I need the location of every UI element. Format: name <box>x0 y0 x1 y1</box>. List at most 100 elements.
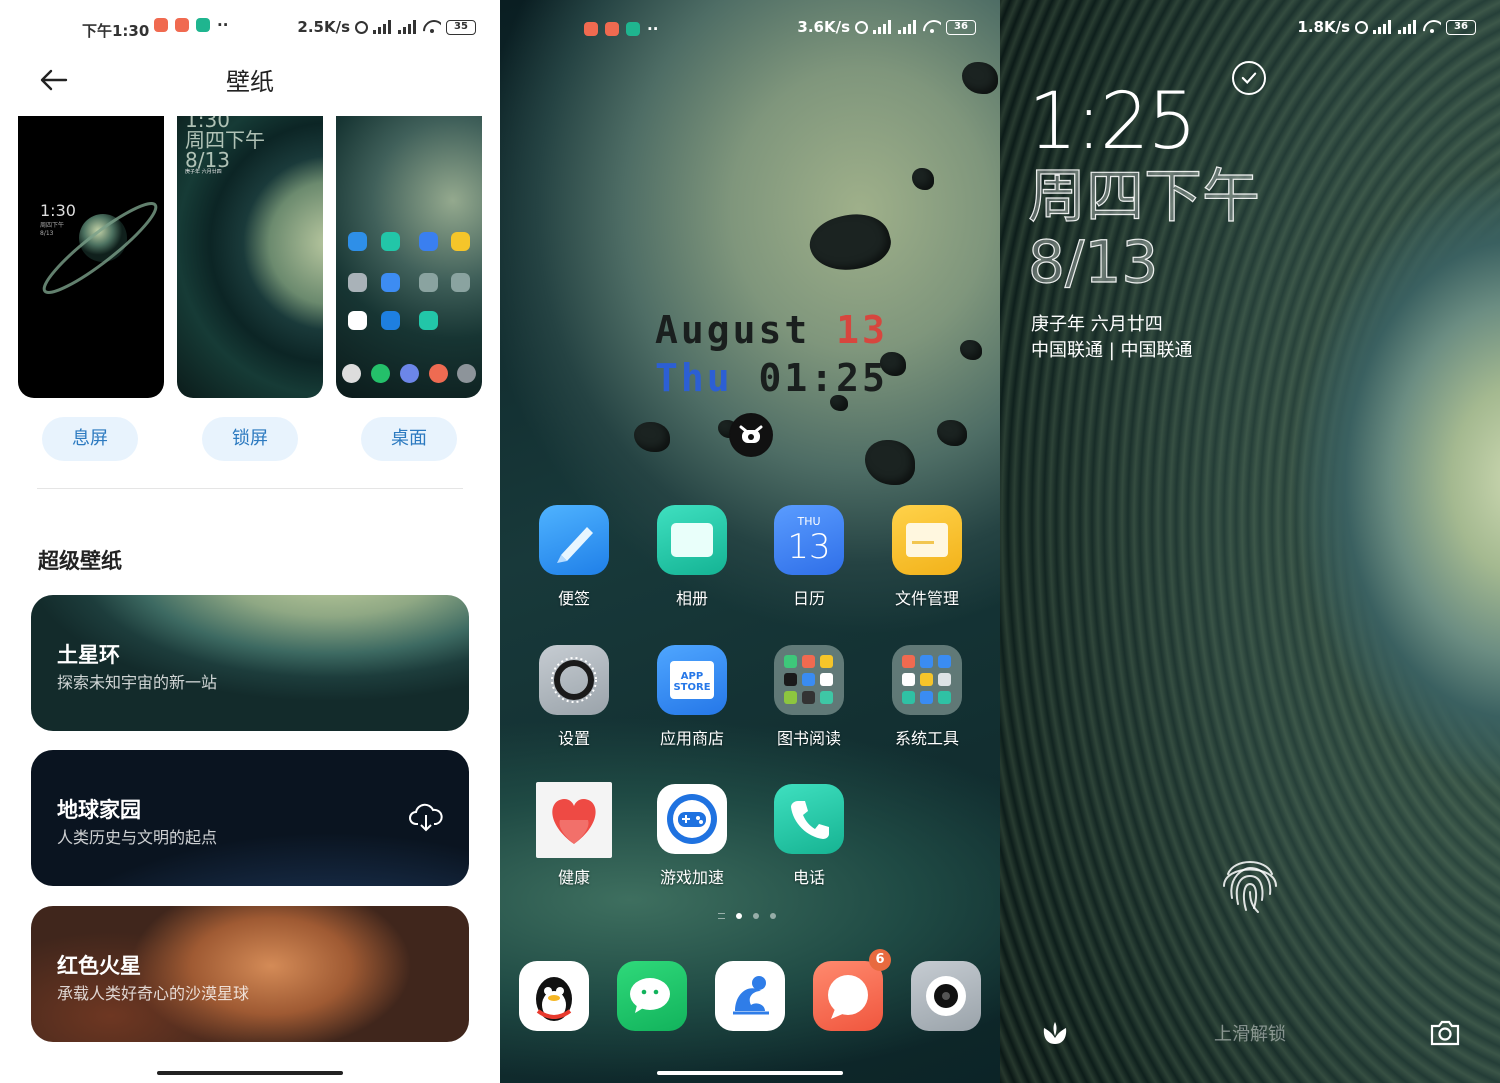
status-bar: ·· 3.6K/s 36 <box>500 0 1000 60</box>
more-notifications-icon: ·· <box>217 16 229 34</box>
date-widget-line2[interactable]: Thu 01:25 <box>655 356 888 400</box>
status-bar: 下午1:30 ·· 2.5K/s 35 <box>0 0 500 60</box>
widget-logo-icon[interactable] <box>729 413 773 457</box>
dock-mini-icon <box>457 364 476 383</box>
lock-screen: 1.8K/s 36 1:25 周四下午 8/13 庚子年 六月廿四 中国联通 |… <box>1000 0 1500 1083</box>
app-label: 图书阅读 <box>776 729 841 748</box>
app-label: 设置 <box>557 729 590 748</box>
dock-qq[interactable] <box>519 961 589 1031</box>
notification-icons: ·· <box>584 20 658 38</box>
wallpaper-card-earth[interactable]: 地球家园 人类历史与文明的起点 <box>31 750 469 886</box>
settings-icon <box>539 645 609 715</box>
tab-aod[interactable]: 息屏 <box>42 417 138 461</box>
home-indicator[interactable] <box>657 1071 843 1075</box>
status-right: 3.6K/s 36 <box>797 18 976 36</box>
dock-uc-browser[interactable] <box>715 961 785 1031</box>
home-indicator[interactable] <box>157 1071 343 1075</box>
app-label: 日历 <box>792 589 825 608</box>
lock-preview[interactable]: 1:30 周四下午 8/13 庚子年 六月廿四 <box>177 116 323 398</box>
app-file-manager[interactable]: 文件管理 <box>872 505 982 609</box>
app-store-line: APP <box>680 671 704 682</box>
folder-tools[interactable]: 系统工具 <box>872 645 982 749</box>
dock-wechat[interactable] <box>617 961 687 1031</box>
wallpaper-card-saturn[interactable]: 土星环 探索未知宇宙的新一站 <box>31 595 469 731</box>
app-store-icon: APP STORE <box>657 645 727 715</box>
app-label: 便签 <box>557 589 590 608</box>
tab-lockscreen[interactable]: 锁屏 <box>202 417 298 461</box>
app-label: 相册 <box>675 589 708 608</box>
calendar-mini-icon <box>419 232 438 251</box>
signal-icon <box>373 20 393 34</box>
wallpaper-card-mars[interactable]: 红色火星 承载人类好奇心的沙漠星球 <box>31 906 469 1042</box>
app-phone[interactable]: 电话 <box>754 784 864 888</box>
app-label: 系统工具 <box>894 729 959 748</box>
weekday-text: Thu <box>655 356 759 400</box>
health-mini-icon <box>348 311 367 330</box>
network-speed: 2.5K/s <box>297 18 350 36</box>
security-notification-icon <box>196 18 210 32</box>
lunar-date: 庚子年 六月廿四 <box>1031 314 1163 335</box>
card-desc: 人类历史与文明的起点 <box>57 828 218 847</box>
network-speed: 1.8K/s <box>1297 18 1350 36</box>
app-health[interactable]: 健康 <box>519 782 629 888</box>
app-gallery[interactable]: 相册 <box>637 505 747 609</box>
carrier-name: 中国联通 | 中国联通 <box>1031 340 1193 361</box>
page-dot-active <box>736 913 742 919</box>
camera-icon[interactable] <box>1428 1018 1462 1048</box>
asteroid <box>912 168 934 190</box>
settings-mini-icon <box>348 273 367 292</box>
date-widget-line1[interactable]: August 13 <box>655 308 888 352</box>
check-icon[interactable] <box>1232 61 1266 95</box>
home-preview[interactable] <box>336 116 482 398</box>
app-settings[interactable]: 设置 <box>519 645 629 749</box>
fingerprint-icon[interactable] <box>1214 846 1286 918</box>
page-dot <box>753 913 759 919</box>
folder-books[interactable]: 图书阅读 <box>754 645 864 749</box>
dock-camera[interactable] <box>911 961 981 1031</box>
heart-icon <box>536 782 612 858</box>
saturn-icon <box>42 202 158 294</box>
notes-icon <box>539 505 609 575</box>
app-calendar[interactable]: THU 13 日历 <box>754 505 864 609</box>
lock-preview-date: 8/13 <box>185 148 230 172</box>
security-notification-icon <box>626 22 640 36</box>
month-text: August <box>655 308 837 352</box>
dock-mini-icon <box>429 364 448 383</box>
penguin-icon <box>536 977 572 1021</box>
gallery-mini-icon <box>381 232 400 251</box>
section-title: 超级壁纸 <box>38 549 122 573</box>
page-dot <box>770 913 776 919</box>
tab-homescreen[interactable]: 桌面 <box>361 417 457 461</box>
page-indicator[interactable] <box>718 913 776 919</box>
app-store[interactable]: APP STORE 应用商店 <box>637 645 747 749</box>
app-label: 电话 <box>792 868 825 887</box>
dock-messages[interactable]: 6 <box>813 949 891 1031</box>
camera-lens-icon <box>926 976 966 1016</box>
clock-text: 01:25 <box>758 356 888 400</box>
app-game-turbo[interactable]: 游戏加速 <box>637 784 747 888</box>
app-store-line: STORE <box>673 682 711 693</box>
lock-date: 8/13 <box>1027 228 1159 296</box>
calendar-date: 13 <box>787 527 831 567</box>
app-label: 游戏加速 <box>659 868 724 887</box>
lock-weekday: 周四下午 <box>1027 162 1261 230</box>
tools-mini-icon <box>451 273 470 292</box>
app-notification-icon <box>605 22 619 36</box>
card-title: 地球家园 <box>57 798 141 822</box>
cloud-download-icon[interactable] <box>409 800 443 834</box>
signal-icon <box>398 20 418 34</box>
aod-preview[interactable]: 1:30 周四下午 8/13 <box>18 116 164 398</box>
note-mini-icon <box>348 232 367 251</box>
battery-icon: 36 <box>1446 19 1476 35</box>
status-right: 1.8K/s 36 <box>1297 18 1476 36</box>
status-time: 下午1:30 <box>82 22 150 40</box>
signal-icon <box>873 20 893 34</box>
wallpaper-settings-screen: 下午1:30 ·· 2.5K/s 35 壁纸 1:30 周四下午 8/13 1:… <box>0 0 500 1083</box>
app-notes[interactable]: 便签 <box>519 505 629 609</box>
calendar-icon: THU 13 <box>774 505 844 575</box>
page-title: 壁纸 <box>226 68 274 96</box>
signal-icon <box>1373 20 1393 34</box>
lock-info: 庚子年 六月廿四 中国联通 | 中国联通 <box>1031 312 1193 364</box>
lock-clock: 1:25 <box>1028 77 1197 167</box>
folder-icon <box>892 505 962 575</box>
